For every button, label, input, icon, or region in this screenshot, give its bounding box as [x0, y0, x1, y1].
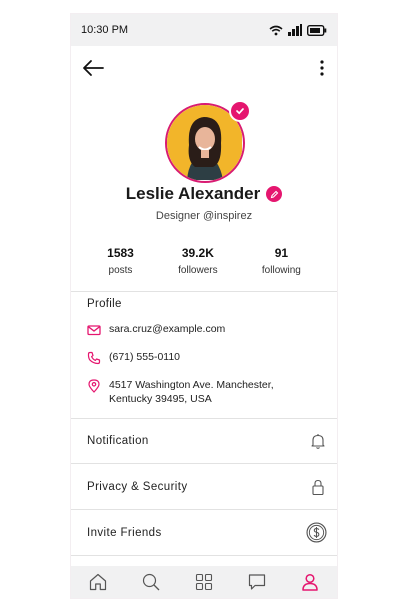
stat-following[interactable]: 91 following [262, 246, 301, 276]
back-arrow-icon[interactable] [81, 59, 105, 77]
address-row[interactable]: 4517 Washington Ave. Manchester, Kentuck… [87, 378, 299, 406]
divider [71, 463, 337, 464]
stat-posts[interactable]: 1583 posts [107, 246, 134, 276]
menu-item-invite-friends[interactable]: Invite Friends [87, 522, 327, 543]
dollar-coin-icon [306, 522, 327, 543]
mail-icon [87, 325, 101, 336]
more-options-icon[interactable] [317, 59, 327, 77]
phone-text: (671) 555-0110 [109, 351, 181, 363]
menu-item-label: Invite Friends [87, 526, 162, 539]
address-text: 4517 Washington Ave. Manchester, Kentuck… [109, 379, 274, 405]
bell-icon [311, 434, 325, 449]
nav-search[interactable] [141, 572, 161, 592]
home-icon [89, 573, 106, 591]
stat-label: followers [178, 265, 218, 276]
grid-icon [195, 573, 213, 591]
name-row: Leslie Alexander [71, 184, 337, 204]
nav-chat[interactable] [247, 572, 267, 592]
divider [71, 509, 337, 510]
menu-item-label: Privacy & Security [87, 481, 188, 493]
lock-icon [312, 479, 324, 496]
signal-icon [288, 24, 302, 36]
divider [71, 418, 337, 419]
profile-handle: Designer @inspirez [155, 210, 253, 222]
profile-icon [302, 573, 319, 591]
wifi-icon [269, 25, 283, 35]
search-icon [142, 573, 160, 591]
location-pin-icon [88, 379, 100, 393]
battery-icon [307, 24, 327, 36]
stats-row: 1583 posts 39.2K followers 91 following [71, 246, 337, 276]
divider [71, 291, 337, 292]
menu-item-label: Notification [87, 435, 149, 447]
stat-value: 1583 [107, 246, 134, 260]
avatar-container [165, 100, 251, 183]
email-text: sara.cruz@example.com [109, 323, 226, 335]
nav-home[interactable] [88, 572, 108, 592]
status-icons [269, 24, 327, 36]
nav-profile[interactable] [300, 572, 320, 592]
menu-item-notification[interactable]: Notification [87, 432, 327, 450]
stat-label: posts [108, 265, 133, 276]
phone-icon [87, 351, 101, 365]
phone-screen: 10:30 PM Leslie Alexander Designer @insp… [70, 13, 338, 599]
stat-followers[interactable]: 39.2K followers [178, 246, 217, 276]
profile-name: Leslie Alexander [125, 184, 261, 203]
bottom-nav [71, 566, 337, 598]
status-time: 10:30 PM [81, 24, 129, 36]
edit-pencil-icon[interactable] [266, 186, 283, 202]
phone-row[interactable]: (671) 555-0110 [87, 350, 180, 365]
stat-label: following [261, 265, 301, 276]
status-bar: 10:30 PM [71, 14, 337, 46]
divider [71, 555, 337, 556]
menu-item-privacy-security[interactable]: Privacy & Security [87, 478, 327, 496]
stat-value: 91 [274, 246, 289, 260]
verified-check-icon [229, 100, 251, 122]
stat-value: 39.2K [181, 246, 214, 260]
chat-icon [249, 574, 266, 590]
email-row[interactable]: sara.cruz@example.com [87, 322, 225, 337]
section-title-profile: Profile [87, 298, 122, 310]
nav-grid[interactable] [194, 572, 214, 592]
